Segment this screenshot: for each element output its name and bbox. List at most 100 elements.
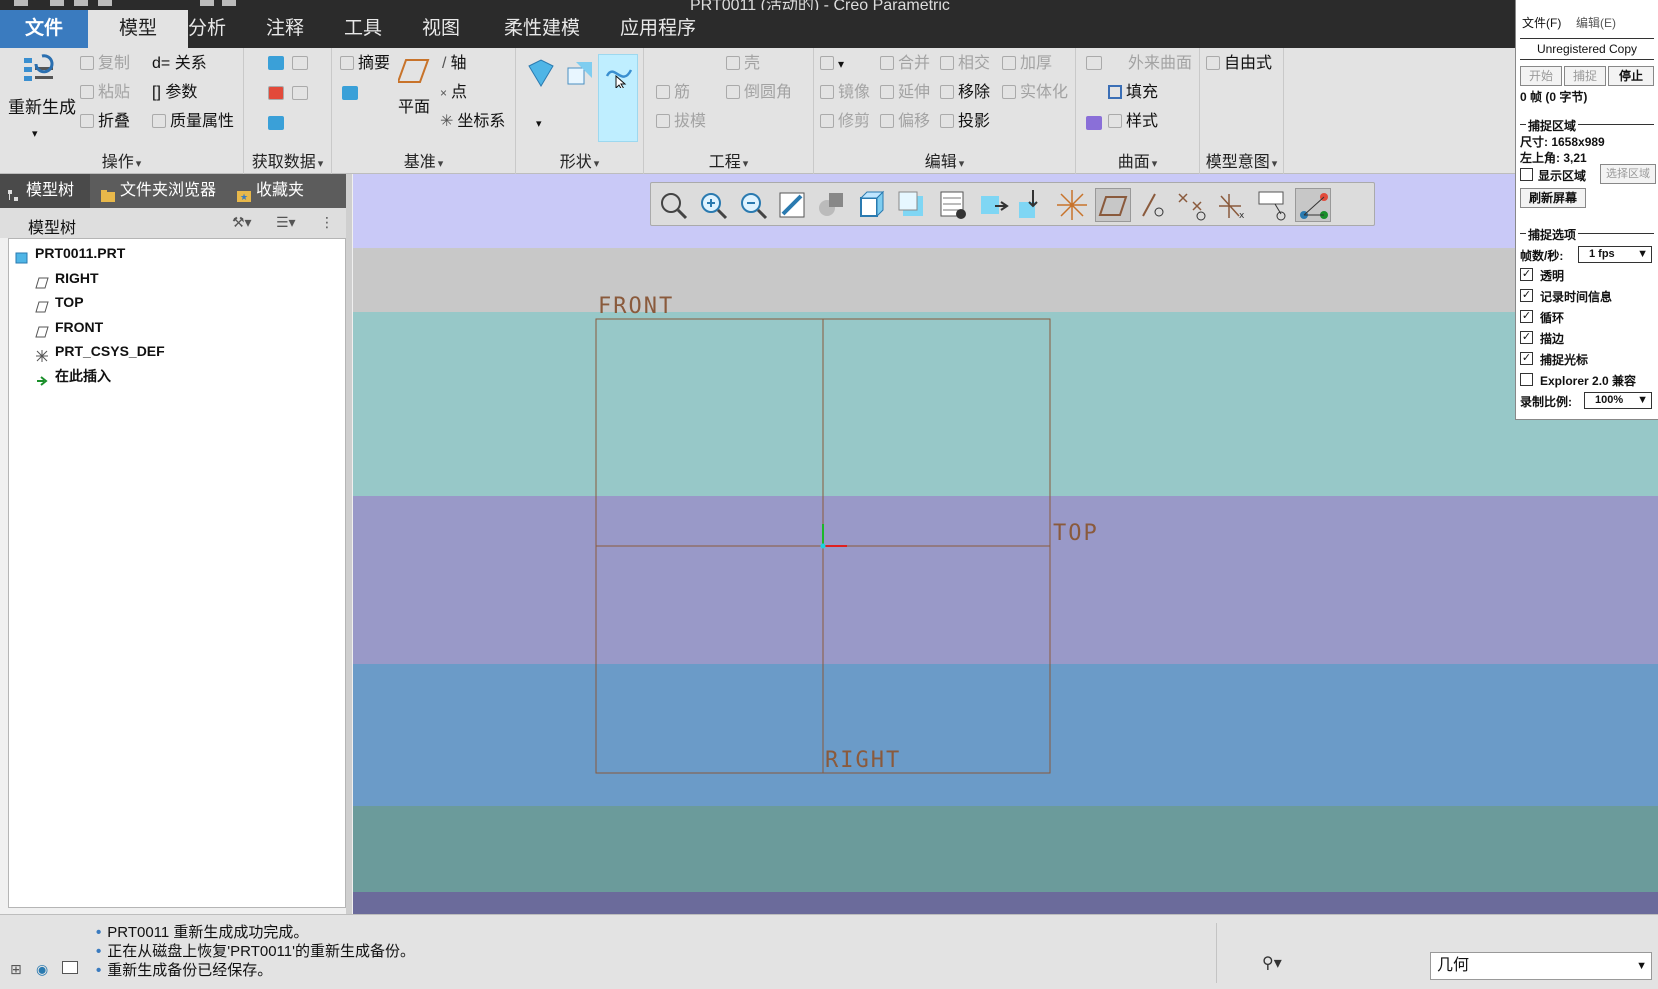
solidify-button[interactable]: 实体化 <box>1002 79 1068 107</box>
parameters-button[interactable]: [] 参数 <box>152 79 197 107</box>
copy-button[interactable]: 复制 <box>80 50 130 78</box>
remove-button[interactable]: 移除 <box>940 79 990 107</box>
relations-button[interactable]: d= 关系 <box>152 50 207 78</box>
project-button[interactable]: 投影 <box>940 108 990 136</box>
group-label-datum[interactable]: 基准 <box>332 148 515 172</box>
fold-button[interactable]: 折叠 <box>80 108 130 136</box>
tree-item-insert-here[interactable]: 在此插入 <box>37 364 111 388</box>
shape-more-dropdown[interactable]: ▾ <box>536 110 542 138</box>
publish-geometry-icon[interactable] <box>268 116 284 130</box>
boundary-blend-icon[interactable] <box>1086 56 1102 70</box>
tree-item-front[interactable]: FRONT <box>35 315 103 339</box>
round-button[interactable]: 倒圆角 <box>726 79 792 107</box>
rib-button[interactable]: 筋 <box>656 79 690 107</box>
mass-properties-button[interactable]: 质量属性 <box>152 108 234 136</box>
mirror-button[interactable]: 镜像 <box>820 79 870 107</box>
tab-annotate[interactable]: 注释 <box>248 10 322 48</box>
undo-icon[interactable] <box>200 0 214 6</box>
tab-applications[interactable]: 应用程序 <box>602 10 714 48</box>
recorder-capture-button[interactable]: 捕捉 <box>1564 66 1606 86</box>
tree-item-right[interactable]: RIGHT <box>35 266 99 290</box>
user-defined-feature-icon[interactable] <box>268 56 284 70</box>
capture-cursor-checkbox[interactable]: ✓ <box>1520 352 1533 365</box>
merge-inheritance-icon[interactable] <box>292 86 308 100</box>
boundary-surface-button[interactable]: 外来曲面 <box>1128 50 1192 78</box>
group-label-engineering[interactable]: 工程 <box>644 148 813 172</box>
quick-access-icon[interactable] <box>14 0 28 6</box>
explorer-compat-checkbox[interactable] <box>1520 373 1533 386</box>
offset-button[interactable]: 偏移 <box>880 108 930 136</box>
tab-flexible-modeling[interactable]: 柔性建模 <box>486 10 598 48</box>
browser-icon[interactable]: ◉ <box>36 961 48 978</box>
freestyle-surface-icon[interactable] <box>1086 116 1102 130</box>
navigator-splitter[interactable] <box>346 174 352 914</box>
group-label-surface[interactable]: 曲面 <box>1076 148 1199 172</box>
selection-filter[interactable]: 几何 ▼ <box>1430 952 1652 980</box>
group-label-edit[interactable]: 编辑 <box>814 148 1075 172</box>
recorder-menu-file[interactable]: 文件(F) <box>1522 14 1561 31</box>
tree-filter-icon[interactable]: ⋮ <box>320 214 334 231</box>
tab-tools[interactable]: 工具 <box>326 10 400 48</box>
csys-button[interactable]: ✳ 坐标系 <box>440 108 505 136</box>
copy-geometry-icon[interactable] <box>292 56 308 70</box>
merge-button[interactable]: 合并 <box>880 50 930 78</box>
toggle-navigator-icon[interactable]: ⊞ <box>10 961 22 978</box>
axis-button[interactable]: / 轴 <box>442 50 466 78</box>
trim-button[interactable]: 修剪 <box>820 108 870 136</box>
tree-item-top[interactable]: TOP <box>35 290 84 314</box>
recorder-menu-edit[interactable]: 编辑(E) <box>1576 14 1616 31</box>
sketch-icon[interactable] <box>342 86 358 100</box>
tab-model-tree[interactable]: 模型树 <box>0 174 90 208</box>
border-checkbox[interactable]: ✓ <box>1520 331 1533 344</box>
draft-button[interactable]: 拔模 <box>656 108 706 136</box>
select-area-button[interactable]: 选择区域 <box>1600 164 1656 184</box>
tree-item-part[interactable]: PRT0011.PRT <box>15 241 125 265</box>
tab-analysis[interactable]: 分析 <box>170 10 244 48</box>
time-info-checkbox[interactable]: ✓ <box>1520 289 1533 302</box>
shell-button[interactable]: 壳 <box>726 50 760 78</box>
tab-folder-browser[interactable]: 文件夹浏览器 <box>94 174 216 208</box>
thicken-button[interactable]: 加厚 <box>1002 50 1052 78</box>
shrinkwrap-icon[interactable] <box>268 86 284 100</box>
point-button[interactable]: × 点 <box>440 79 467 107</box>
freestyle-button[interactable]: 自由式 <box>1206 50 1272 78</box>
tree-item-csys[interactable]: PRT_CSYS_DEF <box>36 339 165 363</box>
open-file-icon[interactable] <box>74 0 88 6</box>
save-icon[interactable] <box>98 0 112 6</box>
loop-checkbox[interactable]: ✓ <box>1520 310 1533 323</box>
regenerate-dropdown[interactable]: ▾ <box>32 120 38 148</box>
capture-area-title: 捕捉区域 <box>1526 117 1579 134</box>
redo-icon[interactable] <box>222 0 236 6</box>
tab-view[interactable]: 视图 <box>404 10 478 48</box>
recorder-stop-button[interactable]: 停止 <box>1608 66 1654 86</box>
group-label-model-intent[interactable]: 模型意图 <box>1200 148 1283 172</box>
recorder-start-button[interactable]: 开始 <box>1520 66 1562 86</box>
tree-show-icon[interactable]: ☰▾ <box>276 214 296 231</box>
fps-select[interactable]: 1 fps ▼ <box>1578 246 1652 263</box>
fill-button[interactable]: 填充 <box>1108 79 1158 107</box>
graphics-window[interactable]: x FRONT TOP RIGHT <box>353 174 1658 914</box>
paste-button[interactable]: 粘贴 <box>80 79 130 107</box>
intersect-button[interactable]: 相交 <box>940 50 990 78</box>
plane-button[interactable]: 平面 <box>398 94 430 122</box>
scale-select[interactable]: 100% ▼ <box>1584 392 1652 409</box>
tab-file[interactable]: 文件 <box>0 10 88 48</box>
transparent-checkbox[interactable]: ✓ <box>1520 268 1533 281</box>
regenerate-button[interactable]: 重新生成 <box>8 94 76 122</box>
tab-favorites[interactable]: ★ 收藏夹 <box>230 174 304 208</box>
refresh-screen-button[interactable]: 刷新屏幕 <box>1520 188 1586 208</box>
show-area-checkbox[interactable] <box>1520 168 1533 181</box>
tree-settings-icon[interactable]: ⚒▾ <box>232 214 252 231</box>
group-label-operations[interactable]: 操作 <box>0 148 243 172</box>
group-label-shape[interactable]: 形状 <box>516 148 643 172</box>
extrude-icon[interactable] <box>526 58 556 88</box>
new-file-icon[interactable] <box>50 0 64 6</box>
full-screen-icon[interactable] <box>62 961 78 974</box>
extend-button[interactable]: 延伸 <box>880 79 930 107</box>
find-icon[interactable]: ⚲▾ <box>1262 953 1282 973</box>
revolve-icon[interactable] <box>564 58 594 88</box>
group-label-get-data[interactable]: 获取数据 <box>244 148 331 172</box>
summary-button[interactable]: 摘要 <box>340 50 390 78</box>
style-button[interactable]: 样式 <box>1108 108 1158 136</box>
pattern-button[interactable]: ▾ <box>820 50 844 78</box>
